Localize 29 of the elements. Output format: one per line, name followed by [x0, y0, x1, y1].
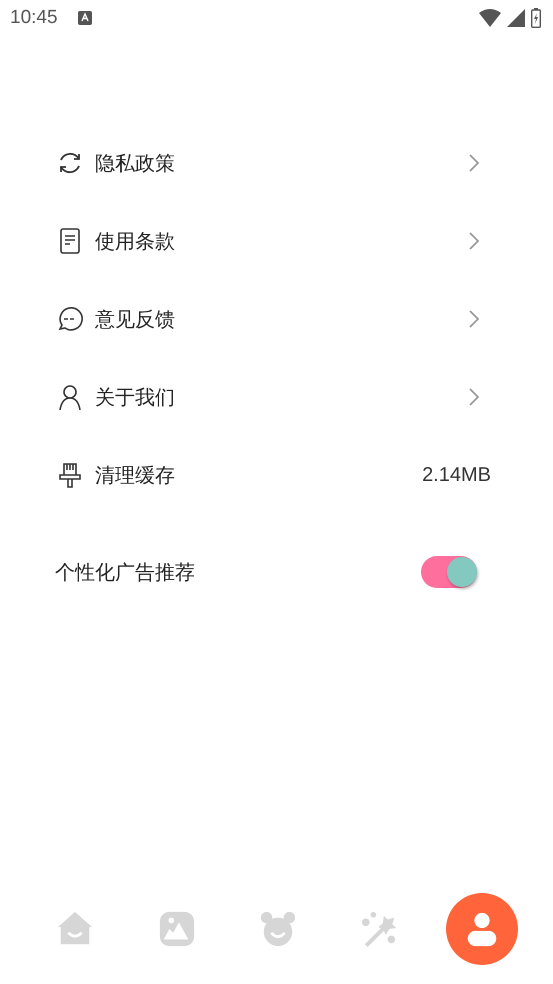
chevron-right-icon: [469, 232, 479, 250]
wifi-icon: [479, 9, 501, 27]
image-icon: [158, 910, 196, 948]
menu-label: 隐私政策: [95, 150, 175, 176]
keyboard-icon: [78, 11, 92, 25]
refresh-icon: [57, 150, 83, 176]
menu-label: 清理缓存: [95, 462, 175, 488]
cache-size: 2.14MB: [422, 464, 491, 486]
battery-icon: [531, 8, 541, 28]
menu-item[interactable]: 意见反馈: [0, 280, 553, 358]
ad-setting-label: 个性化广告推荐: [55, 558, 195, 586]
menu-item[interactable]: 隐私政策: [0, 124, 553, 202]
brush-icon: [57, 462, 83, 488]
toggle-switch[interactable]: [421, 556, 477, 588]
bear-icon: [259, 910, 298, 948]
chat-icon: [57, 306, 83, 332]
chevron-right-icon: [469, 154, 479, 172]
cache-row[interactable]: 清理缓存 2.14MB: [0, 436, 553, 514]
menu-label: 关于我们: [95, 384, 175, 410]
person-icon: [57, 384, 83, 410]
document-icon: [57, 228, 83, 254]
status-time: 10:45: [10, 7, 58, 29]
menu-item[interactable]: 关于我们: [0, 358, 553, 436]
signal-icon: [507, 9, 525, 27]
menu-item[interactable]: 使用条款: [0, 202, 553, 280]
menu-label: 使用条款: [95, 228, 175, 254]
chevron-right-icon: [469, 388, 479, 406]
chevron-right-icon: [469, 310, 479, 328]
menu-label: 意见反馈: [95, 306, 175, 332]
